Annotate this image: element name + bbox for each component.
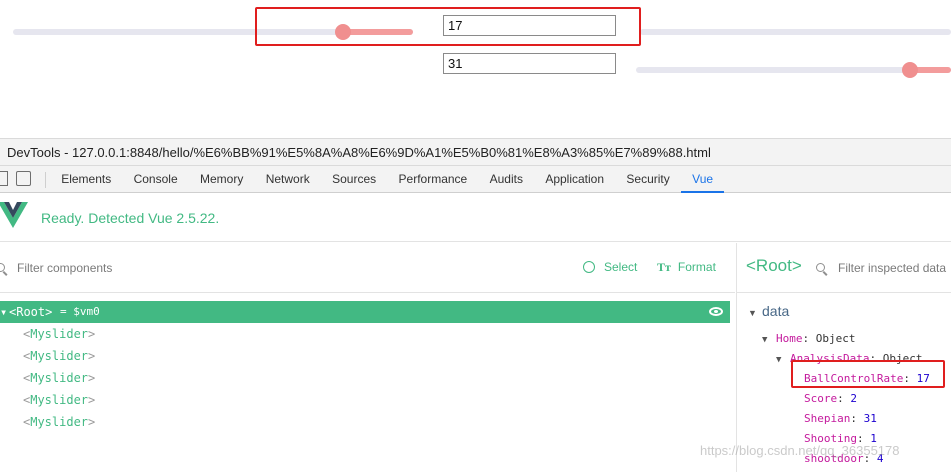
- slider-1-fill: [343, 29, 413, 35]
- slider-2-value-input[interactable]: [443, 53, 616, 74]
- tab-console[interactable]: Console: [122, 166, 188, 193]
- inspect-element-icon[interactable]: [0, 171, 8, 186]
- target-icon: [583, 261, 595, 273]
- filter-components-input[interactable]: [17, 259, 317, 277]
- root-vm-label: = $vm0: [60, 305, 100, 318]
- slider-1-thumb[interactable]: [335, 24, 351, 40]
- eye-icon[interactable]: [709, 307, 723, 316]
- search-icon: [0, 263, 5, 272]
- devtools-titlebar: DevTools - 127.0.0.1:8848/hello/%E6%BB%9…: [0, 138, 951, 166]
- tab-performance[interactable]: Performance: [387, 166, 478, 193]
- components-pane: Select Tт Format ▾ <Root> = $vm0 <Myslid…: [0, 243, 735, 472]
- tab-memory[interactable]: Memory: [189, 166, 255, 193]
- prop-shepian[interactable]: Shepian: 31: [804, 412, 877, 425]
- search-icon: [816, 263, 825, 272]
- tree-component-item[interactable]: <Myslider>: [23, 367, 95, 389]
- prop-score[interactable]: Score: 2: [804, 392, 857, 405]
- devtools-tabbar: Elements Console Memory Network Sources …: [0, 166, 951, 193]
- collapse-arrow-icon[interactable]: ▼: [762, 335, 776, 345]
- tab-sources[interactable]: Sources: [321, 166, 387, 193]
- inspector-title: <Root>: [746, 256, 802, 275]
- tab-audits[interactable]: Audits: [478, 166, 534, 193]
- text-format-icon: Tт: [657, 259, 671, 274]
- tab-security[interactable]: Security: [615, 166, 681, 193]
- slider-1-value-input[interactable]: [443, 15, 616, 36]
- tab-network[interactable]: Network: [255, 166, 321, 193]
- prop-shooting[interactable]: Shooting: 1: [804, 432, 877, 445]
- vue-devtools-header: Ready. Detected Vue 2.5.22.: [0, 194, 951, 242]
- inspector-header: <Root>: [737, 243, 951, 293]
- page-content: [0, 0, 951, 138]
- expand-arrow-icon[interactable]: ▾: [0, 301, 7, 323]
- device-toolbar-icon[interactable]: [16, 171, 31, 186]
- select-button-label: Select: [604, 260, 638, 274]
- select-button[interactable]: Select: [583, 257, 637, 277]
- vue-logo-icon: [0, 202, 28, 228]
- tab-vue[interactable]: Vue: [680, 166, 725, 193]
- tree-component-item[interactable]: <Myslider>: [23, 411, 95, 433]
- prop-home[interactable]: ▼ Home: Object: [762, 332, 856, 345]
- format-button[interactable]: Tт Format: [657, 257, 716, 277]
- tabbar-divider: [45, 172, 46, 188]
- data-section-header[interactable]: ▼ data: [748, 303, 789, 319]
- inspector-pane: <Root> ▼data ▼Home: Object ▼AnalysisData…: [736, 243, 951, 472]
- filter-inspected-data-input[interactable]: [838, 259, 950, 277]
- prop-ballcontrolrate[interactable]: BallControlRate: 17: [804, 372, 930, 385]
- tree-root-row[interactable]: ▾ <Root> = $vm0: [0, 301, 730, 323]
- prop-shootdoor[interactable]: shootdoor: 4: [804, 452, 883, 465]
- prop-analysisdata[interactable]: ▼ AnalysisData: Object: [776, 352, 922, 365]
- components-filter-bar: Select Tт Format: [0, 243, 735, 293]
- tab-application[interactable]: Application: [534, 166, 615, 193]
- tab-elements[interactable]: Elements: [50, 166, 122, 193]
- devtools-window: DevTools - 127.0.0.1:8848/hello/%E6%BB%9…: [0, 138, 951, 472]
- collapse-arrow-icon[interactable]: ▼: [748, 308, 762, 318]
- format-button-label: Format: [677, 260, 716, 274]
- root-component-label: <Root>: [9, 305, 53, 319]
- slider-1-track-right: [640, 29, 951, 35]
- tree-component-item[interactable]: <Myslider>: [23, 323, 95, 345]
- tree-component-item[interactable]: <Myslider>: [23, 389, 95, 411]
- collapse-arrow-icon[interactable]: ▼: [776, 355, 790, 365]
- tree-component-item[interactable]: <Myslider>: [23, 345, 95, 367]
- slider-2-thumb[interactable]: [902, 62, 918, 78]
- vue-status-text: Ready. Detected Vue 2.5.22.: [41, 210, 220, 226]
